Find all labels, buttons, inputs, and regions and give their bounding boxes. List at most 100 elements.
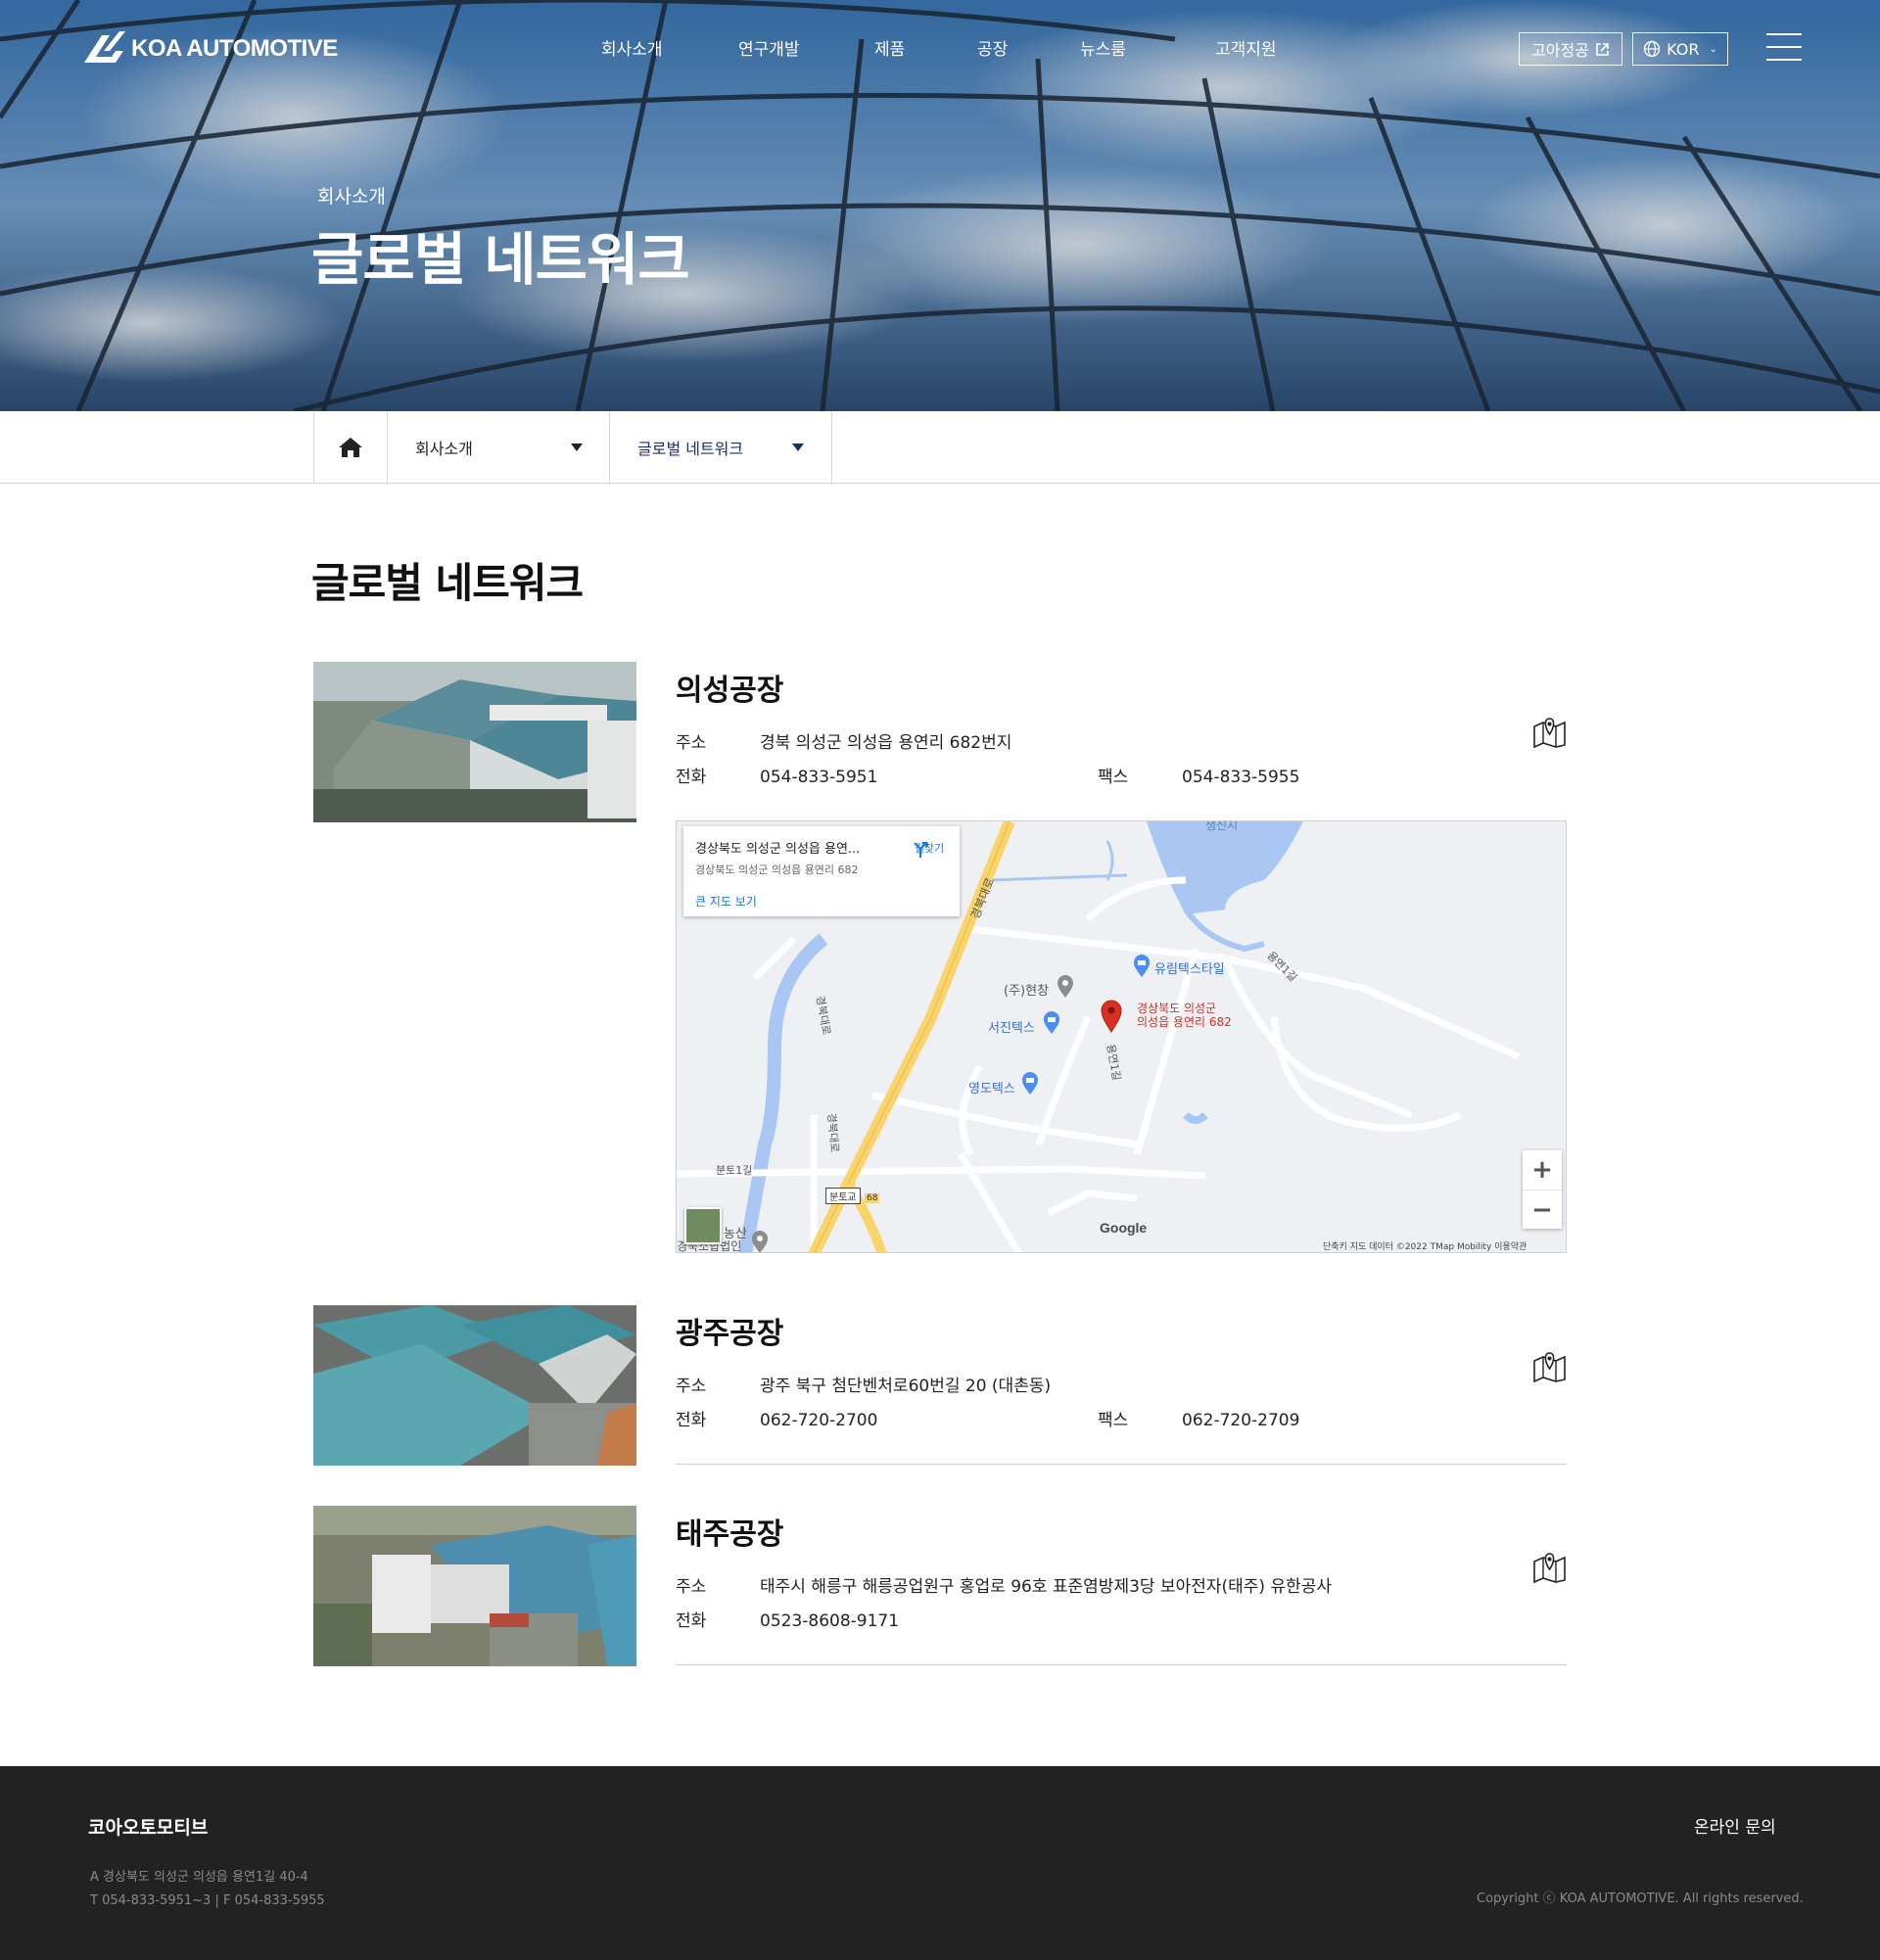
satellite-toggle[interactable] xyxy=(684,1207,722,1244)
menu-button[interactable] xyxy=(1766,33,1802,61)
nav-factory[interactable]: 공장 xyxy=(977,35,1008,60)
place-pin-icon xyxy=(751,1231,769,1253)
plant-phone: 전화062-720-2700 xyxy=(676,1406,877,1430)
phone-label: 전화 xyxy=(676,763,760,787)
address-value: 광주 북구 첨단벤처로60번길 20 (대촌동) xyxy=(760,1377,1051,1396)
plant-address: 주소경북 의성군 의성읍 용연리 682번지 xyxy=(676,728,1011,753)
map-label: 분토교 xyxy=(825,1188,861,1204)
plant-photo-gwangju xyxy=(313,1305,636,1466)
phone-value: 054-833-5951 xyxy=(760,768,877,787)
map-attribution[interactable]: 단축키 지도 데이터 ©2022 TMap Mobility 이용약관 xyxy=(1323,1239,1527,1252)
shopping-pin-icon xyxy=(1133,955,1151,978)
google-map[interactable]: 경상북도 의성군 의성읍 용연... 경상북도 의성군 의성읍 용연리 682 … xyxy=(676,820,1567,1253)
page-title: 글로벌 네트워크 xyxy=(311,550,583,610)
nav-newsroom[interactable]: 뉴스룸 xyxy=(1080,35,1126,60)
online-inquiry-link[interactable]: 온라인 문의 xyxy=(1694,1813,1776,1838)
hero-title: 글로벌 네트워크 xyxy=(311,213,689,296)
breadcrumb-level2-select[interactable]: 글로벌 네트워크 xyxy=(609,411,832,484)
shopping-pin-icon xyxy=(1043,1011,1060,1035)
plant-address: 주소광주 북구 첨단벤처로60번길 20 (대촌동) xyxy=(676,1372,1051,1396)
copyright: Copyright ⓒ KOA AUTOMOTIVE. All rights r… xyxy=(1477,1888,1804,1906)
home-button[interactable] xyxy=(313,411,387,484)
chevron-down-icon: ⌄ xyxy=(1709,44,1716,55)
marker-label-line1: 경상북도 의성군 xyxy=(1137,1002,1216,1015)
breadcrumb: 회사소개 글로벌 네트워크 xyxy=(0,411,1880,484)
route-badge: 68 xyxy=(865,1193,879,1203)
shopping-pin-icon xyxy=(1021,1072,1039,1096)
map-label: (주)현창 xyxy=(1004,980,1049,999)
language-label: KOR xyxy=(1667,40,1699,59)
fax-label: 팩스 xyxy=(1098,1406,1182,1430)
phone-value: 0523-8608-9171 xyxy=(760,1611,899,1631)
nav-products[interactable]: 제품 xyxy=(874,35,905,60)
map-label: 경북대로 xyxy=(824,1112,843,1153)
larger-map-link[interactable]: 큰 지도 보기 xyxy=(695,893,757,910)
globe-icon xyxy=(1643,40,1661,58)
fax-value: 054-833-5955 xyxy=(1182,768,1299,787)
google-logo: Google xyxy=(1100,1220,1147,1236)
footer-address: A 경상북도 의성군 의성읍 용연1길 40-4 xyxy=(90,1866,308,1885)
plant-name: 의성공장 xyxy=(676,666,783,709)
address-label: 주소 xyxy=(676,1372,760,1396)
map-label: 영도텍스 xyxy=(968,1078,1015,1097)
directions-icon xyxy=(911,840,930,860)
footer: 코아오토모티브 온라인 문의 A 경상북도 의성군 의성읍 용연1길 40-4 … xyxy=(0,1766,1880,1960)
breadcrumb-level1-select[interactable]: 회사소개 xyxy=(387,411,610,484)
hero-banner: KOA AUTOMOTIVE 회사소개 연구개발 제품 공장 뉴스룸 고객지원 … xyxy=(0,0,1880,411)
plant-gwangju: 광주공장 주소광주 북구 첨단벤처로60번길 20 (대촌동) 전화062-72… xyxy=(313,1305,1567,1466)
nav-rnd[interactable]: 연구개발 xyxy=(738,35,800,60)
plant-photo-taizhou xyxy=(313,1506,636,1666)
hero-category: 회사소개 xyxy=(317,182,386,209)
caret-down-icon xyxy=(571,443,583,451)
plant-phone: 전화0523-8608-9171 xyxy=(676,1607,899,1631)
divider xyxy=(676,1464,1567,1465)
map-label: 유림텍스타일 xyxy=(1154,958,1225,977)
phone-label: 전화 xyxy=(676,1607,760,1631)
address-label: 주소 xyxy=(676,728,760,753)
koa-site-label: 고아정공 xyxy=(1531,37,1589,61)
marker-label: 경상북도 의성군 의성읍 용연리 682 xyxy=(1137,1002,1232,1029)
map-label: 서진텍스 xyxy=(988,1017,1035,1036)
plant-phone: 전화054-833-5951 xyxy=(676,763,877,787)
plant-address: 주소태주시 해릉구 해릉공업원구 홍업로 96호 표준염방제3당 보아전자(태주… xyxy=(676,1572,1332,1597)
place-info-card: 경상북도 의성군 의성읍 용연... 경상북도 의성군 의성읍 용연리 682 … xyxy=(683,826,960,916)
nav-support[interactable]: 고객지원 xyxy=(1215,35,1277,60)
place-pin-icon xyxy=(1057,975,1074,999)
map-label: 분토1길 xyxy=(716,1162,752,1178)
zoom-in-button[interactable]: + xyxy=(1523,1150,1562,1190)
marker-label-line2: 의성읍 용연리 682 xyxy=(1137,1015,1232,1029)
place-address: 경상북도 의성군 의성읍 용연리 682 xyxy=(695,862,859,877)
divider xyxy=(676,1664,1567,1665)
map-toggle-icon[interactable] xyxy=(1532,713,1567,748)
language-select[interactable]: KOR ⌄ xyxy=(1632,32,1728,66)
zoom-control: + − xyxy=(1523,1150,1562,1229)
plant-name: 태주공장 xyxy=(676,1510,783,1553)
map-label: 생신지 xyxy=(1205,820,1238,833)
breadcrumb-level1-label: 회사소개 xyxy=(415,436,473,459)
caret-down-icon xyxy=(792,443,804,451)
zoom-out-button[interactable]: − xyxy=(1523,1190,1562,1229)
address-value: 경북 의성군 의성읍 용연리 682번지 xyxy=(760,733,1011,753)
address-value: 태주시 해릉구 해릉공업원구 홍업로 96호 표준염방제3당 보아전자(태주) … xyxy=(760,1577,1332,1597)
footer-contact: T 054-833-5951~3 | F 054-833-5955 xyxy=(90,1893,325,1908)
fax-label: 팩스 xyxy=(1098,763,1182,787)
fax-value: 062-720-2709 xyxy=(1182,1411,1299,1430)
location-marker-icon[interactable] xyxy=(1101,1000,1122,1033)
external-link-icon xyxy=(1595,42,1610,57)
home-icon xyxy=(338,437,363,458)
map-toggle-icon[interactable] xyxy=(1532,1347,1567,1382)
footer-brand: 코아오토모티브 xyxy=(88,1813,208,1840)
plant-fax: 팩스062-720-2709 xyxy=(1098,1406,1299,1430)
phone-value: 062-720-2700 xyxy=(760,1411,877,1430)
plant-name: 광주공장 xyxy=(676,1309,783,1352)
nav-company[interactable]: 회사소개 xyxy=(601,35,663,60)
place-title: 경상북도 의성군 의성읍 용연... xyxy=(695,838,860,857)
breadcrumb-level2-label: 글로벌 네트워크 xyxy=(637,436,743,459)
address-label: 주소 xyxy=(676,1572,760,1597)
koa-site-link[interactable]: 고아정공 xyxy=(1519,32,1622,66)
plant-taizhou: 태주공장 주소태주시 해릉구 해릉공업원구 홍업로 96호 표준염방제3당 보아… xyxy=(313,1506,1567,1666)
map-toggle-icon[interactable] xyxy=(1532,1548,1567,1583)
plant-fax: 팩스054-833-5955 xyxy=(1098,763,1299,787)
plant-photo-uiseong xyxy=(313,662,636,822)
directions-button[interactable]: 길찾기 xyxy=(911,840,948,856)
